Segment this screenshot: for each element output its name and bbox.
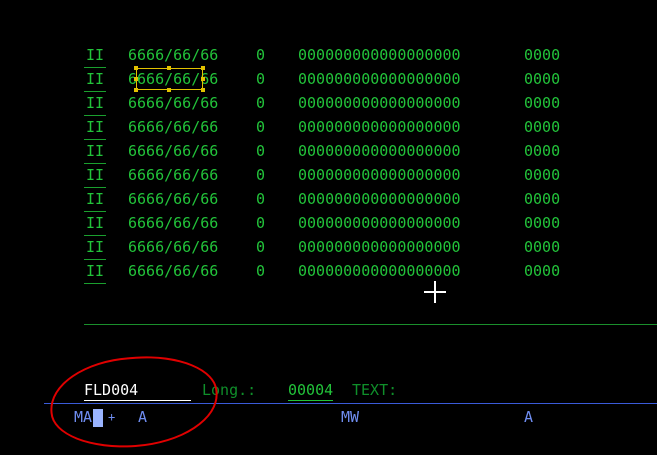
- row-code[interactable]: 0: [256, 213, 265, 233]
- length-value-input[interactable]: 00004: [288, 380, 334, 401]
- row-serial[interactable]: 000000000000000000: [298, 261, 461, 281]
- row-serial[interactable]: 000000000000000000: [298, 237, 461, 257]
- row-flag[interactable]: II: [84, 165, 106, 188]
- row-number[interactable]: 0000: [524, 45, 560, 65]
- selection-handle[interactable]: [134, 88, 138, 92]
- row-serial[interactable]: 000000000000000000: [298, 45, 461, 65]
- row-number[interactable]: 0000: [524, 261, 560, 281]
- row-code[interactable]: 0: [256, 165, 265, 185]
- row-number[interactable]: 0000: [524, 117, 560, 137]
- selection-handle[interactable]: [167, 88, 171, 92]
- row-code[interactable]: 0: [256, 69, 265, 89]
- row-number[interactable]: 0000: [524, 69, 560, 89]
- selection-handle[interactable]: [201, 77, 205, 81]
- row-date[interactable]: 6666/66/66: [128, 213, 218, 233]
- row-flag[interactable]: II: [84, 93, 106, 116]
- red-annotation-circle: [47, 351, 221, 453]
- row-number[interactable]: 0000: [524, 93, 560, 113]
- row-date[interactable]: 6666/66/66: [128, 165, 218, 185]
- row-flag[interactable]: II: [84, 45, 106, 68]
- row-flag[interactable]: II: [84, 261, 106, 284]
- row-serial[interactable]: 000000000000000000: [298, 141, 461, 161]
- row-date[interactable]: 6666/66/66: [128, 189, 218, 209]
- field-selection-box[interactable]: [136, 68, 203, 90]
- row-flag[interactable]: II: [84, 237, 106, 260]
- row-flag[interactable]: II: [84, 141, 106, 164]
- green-separator: [84, 324, 657, 325]
- row-number[interactable]: 0000: [524, 165, 560, 185]
- attribute-mw[interactable]: MW: [341, 407, 359, 427]
- selection-handle[interactable]: [134, 77, 138, 81]
- row-date[interactable]: 6666/66/66: [128, 45, 218, 65]
- row-flag[interactable]: II: [84, 117, 106, 140]
- row-date[interactable]: 6666/66/66: [128, 141, 218, 161]
- row-flag[interactable]: II: [84, 189, 106, 212]
- row-serial[interactable]: 000000000000000000: [298, 165, 461, 185]
- row-code[interactable]: 0: [256, 141, 265, 161]
- text-label: TEXT:: [352, 381, 398, 399]
- row-number[interactable]: 0000: [524, 189, 560, 209]
- row-code[interactable]: 0: [256, 189, 265, 209]
- row-number[interactable]: 0000: [524, 213, 560, 233]
- row-number[interactable]: 0000: [524, 237, 560, 257]
- row-flag[interactable]: II: [84, 213, 106, 236]
- selection-handle[interactable]: [201, 88, 205, 92]
- row-serial[interactable]: 000000000000000000: [298, 213, 461, 233]
- row-serial[interactable]: 000000000000000000: [298, 117, 461, 137]
- row-code[interactable]: 0: [256, 45, 265, 65]
- row-code[interactable]: 0: [256, 117, 265, 137]
- row-date[interactable]: 6666/66/66: [128, 237, 218, 257]
- row-date[interactable]: 6666/66/66: [128, 261, 218, 281]
- row-code[interactable]: 0: [256, 261, 265, 281]
- selection-handle[interactable]: [134, 66, 138, 70]
- row-code[interactable]: 0: [256, 93, 265, 113]
- selection-handle[interactable]: [201, 66, 205, 70]
- row-date[interactable]: 6666/66/66: [128, 93, 218, 113]
- row-serial[interactable]: 000000000000000000: [298, 69, 461, 89]
- attribute-a-2[interactable]: A: [524, 407, 533, 427]
- row-number[interactable]: 0000: [524, 141, 560, 161]
- row-date[interactable]: 6666/66/66: [128, 117, 218, 137]
- row-serial[interactable]: 000000000000000000: [298, 93, 461, 113]
- row-code[interactable]: 0: [256, 237, 265, 257]
- row-flag[interactable]: II: [84, 69, 106, 92]
- row-serial[interactable]: 000000000000000000: [298, 189, 461, 209]
- crosshair-cursor-icon-vertical: [434, 281, 436, 303]
- selection-handle[interactable]: [167, 66, 171, 70]
